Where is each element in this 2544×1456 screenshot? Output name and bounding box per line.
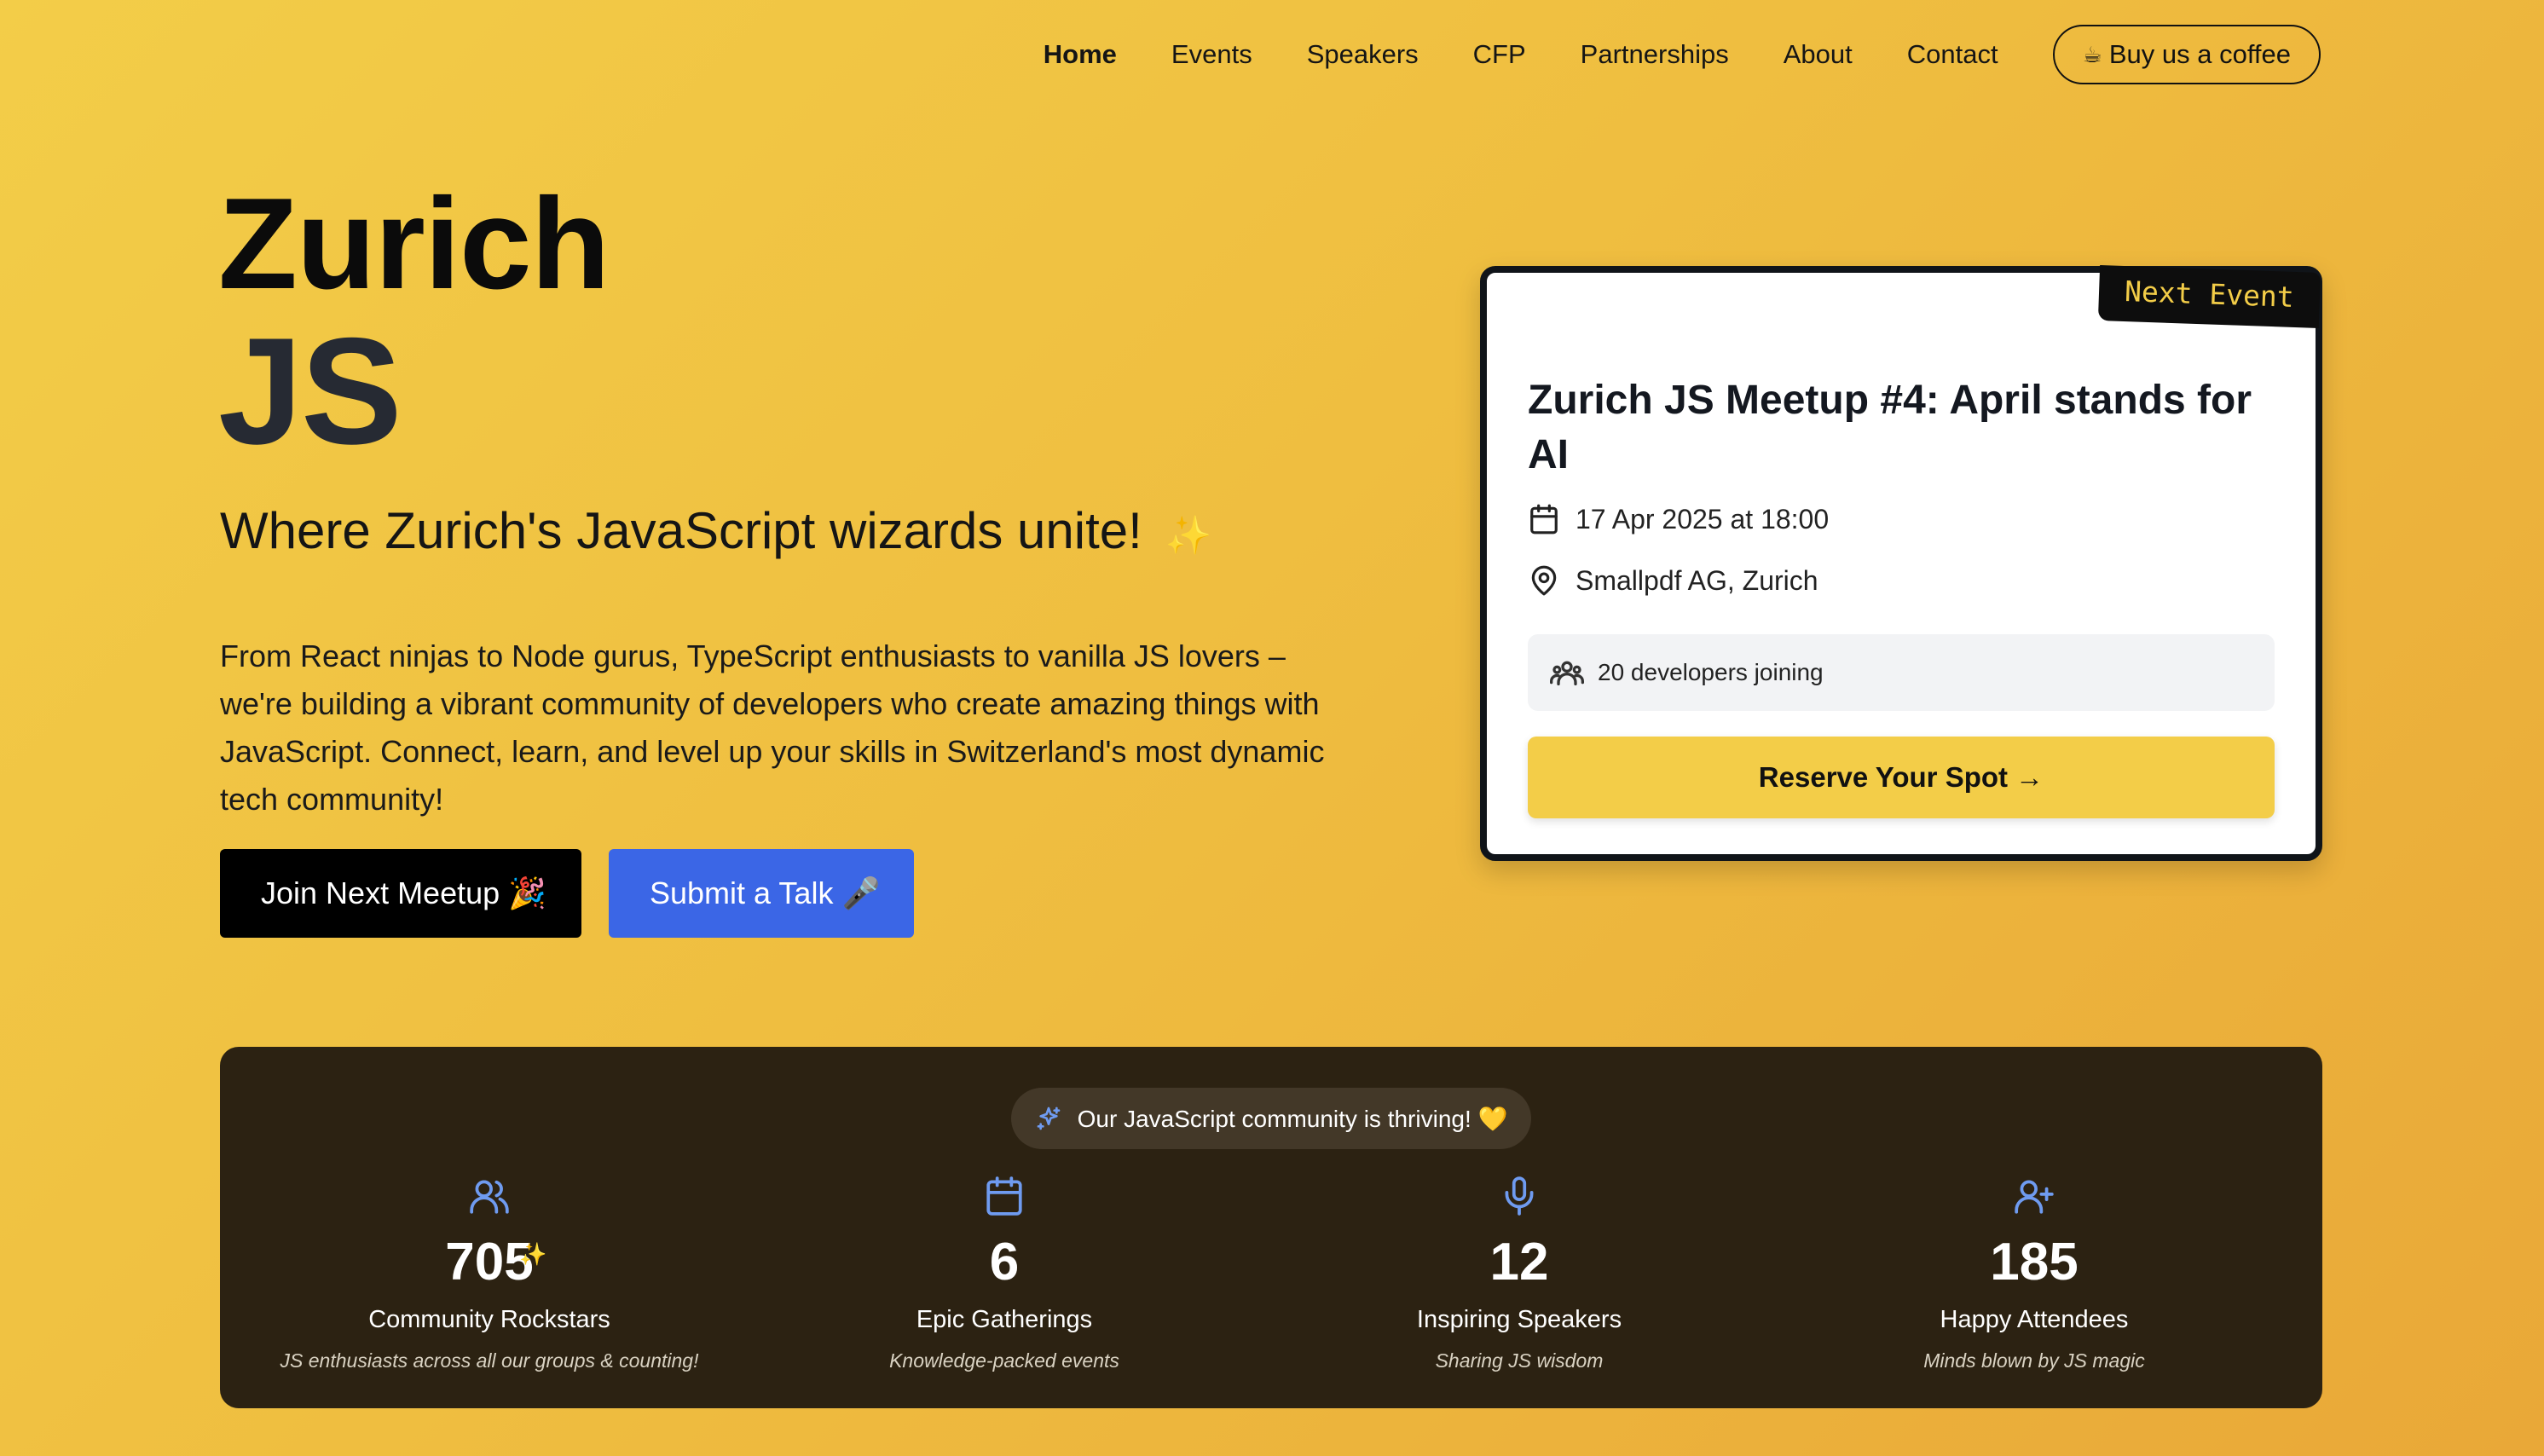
stat-value: 185 bbox=[1990, 1233, 2079, 1291]
submit-talk-button[interactable]: Submit a Talk 🎤 bbox=[609, 849, 914, 938]
sparkle-icon: ✨ bbox=[1165, 515, 1212, 557]
microphone-icon bbox=[1505, 1176, 1534, 1216]
join-meetup-button[interactable]: Join Next Meetup 🎉 bbox=[220, 849, 581, 938]
attendee-count-box: 20 developers joining bbox=[1528, 634, 2275, 711]
stat-label: Community Rockstars bbox=[368, 1306, 610, 1333]
map-pin-icon bbox=[1531, 565, 1557, 596]
stat-value: 12 bbox=[1489, 1233, 1549, 1291]
stat-description: JS enthusiasts across all our groups & c… bbox=[280, 1349, 699, 1372]
event-date: 17 Apr 2025 at 18:00 bbox=[1576, 503, 1830, 534]
nav-partnerships[interactable]: Partnerships bbox=[1581, 39, 1729, 70]
attendee-count: 20 developers joining bbox=[1598, 659, 1824, 685]
stat-label: Inspiring Speakers bbox=[1416, 1306, 1622, 1333]
stat-community: 705 ✨ Community Rockstars JS enthusiasts… bbox=[232, 1175, 747, 1372]
user-plus-icon bbox=[2015, 1180, 2054, 1214]
hero-description: From React ninjas to Node gurus, TypeScr… bbox=[220, 638, 1325, 817]
community-banner: Our JavaScript community is thriving! 💛 bbox=[1011, 1088, 1531, 1149]
calendar-icon bbox=[1530, 504, 1558, 534]
buy-coffee-button[interactable]: ☕ Buy us a coffee bbox=[2052, 25, 2321, 84]
nav-contact[interactable]: Contact bbox=[1907, 39, 1998, 70]
event-location-row: Smallpdf AG, Zurich bbox=[1528, 564, 1818, 597]
reserve-spot-button[interactable]: Reserve Your Spot → bbox=[1528, 737, 2275, 818]
stat-description: Minds blown by JS magic bbox=[1923, 1349, 2145, 1372]
sparkle-icon: ✨ bbox=[519, 1241, 547, 1267]
sparkles-icon bbox=[1037, 1106, 1060, 1130]
stat-label: Epic Gatherings bbox=[916, 1306, 1093, 1333]
next-event-badge: Next Event bbox=[2098, 264, 2321, 328]
coffee-icon: ☕ bbox=[2082, 41, 2102, 67]
stat-description: Knowledge-packed events bbox=[889, 1349, 1119, 1372]
nav-about[interactable]: About bbox=[1784, 39, 1853, 70]
tagline-text: Where Zurich's JavaScript wizards unite! bbox=[220, 502, 1142, 559]
stat-value: 6 bbox=[989, 1233, 1020, 1291]
users-icon bbox=[470, 1180, 509, 1214]
hero-title-js: JS bbox=[218, 306, 402, 476]
nav-cfp[interactable]: CFP bbox=[1473, 39, 1526, 70]
hero-title-zurich: Zurich bbox=[218, 171, 610, 316]
event-location: Smallpdf AG, Zurich bbox=[1576, 564, 1818, 596]
top-nav: Home Events Speakers CFP Partnerships Ab… bbox=[1044, 24, 2321, 85]
community-banner-text: Our JavaScript community is thriving! 💛 bbox=[1077, 1105, 1508, 1132]
nav-home[interactable]: Home bbox=[1044, 39, 1117, 70]
calendar-icon bbox=[986, 1176, 1022, 1216]
users-icon bbox=[1550, 661, 1584, 685]
community-stats: Our JavaScript community is thriving! 💛 … bbox=[220, 1047, 2322, 1408]
hero-actions: Join Next Meetup 🎉 Submit a Talk 🎤 bbox=[220, 849, 914, 938]
nav-speakers[interactable]: Speakers bbox=[1307, 39, 1419, 70]
stat-description: Sharing JS wisdom bbox=[1435, 1349, 1604, 1372]
stat-gatherings: 6 Epic Gatherings Knowledge-packed event… bbox=[747, 1175, 1262, 1372]
stat-attendees: 185 Happy Attendees Minds blown by JS ma… bbox=[1777, 1175, 2292, 1372]
stat-speakers: 12 Inspiring Speakers Sharing JS wisdom bbox=[1262, 1175, 1777, 1372]
next-event-card: Next Event Zurich JS Meetup #4: April st… bbox=[1480, 264, 2322, 861]
event-title[interactable]: Zurich JS Meetup #4: April stands for AI bbox=[1528, 373, 2278, 482]
buy-coffee-label: Buy us a coffee bbox=[2108, 39, 2291, 69]
hero-tagline: Where Zurich's JavaScript wizards unite!… bbox=[220, 501, 1211, 560]
stat-label: Happy Attendees bbox=[1940, 1306, 2129, 1333]
nav-events[interactable]: Events bbox=[1171, 39, 1252, 70]
event-date-row: 17 Apr 2025 at 18:00 bbox=[1528, 503, 1829, 535]
